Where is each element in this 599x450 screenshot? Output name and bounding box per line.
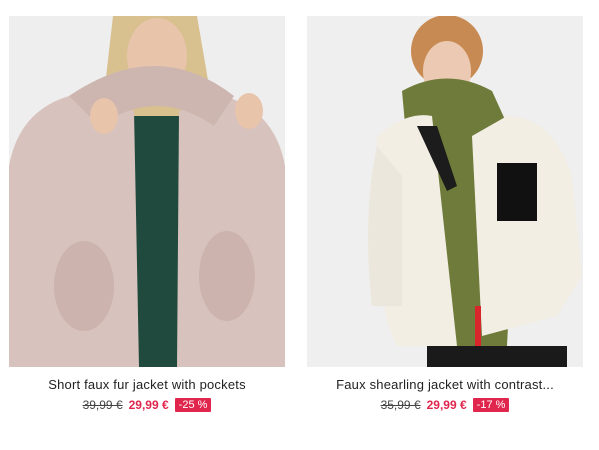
sale-price: 29,99 € [426, 398, 467, 412]
product-photo-white-shearling-jacket [307, 16, 583, 367]
product-card[interactable]: Faux shearling jacket with contrast... 3… [307, 16, 583, 412]
product-card[interactable]: Short faux fur jacket with pockets 39,99… [9, 16, 285, 412]
sale-price: 29,99 € [128, 398, 169, 412]
original-price: 39,99 € [82, 398, 123, 412]
price-row: 35,99 € 29,99 € -17 % [307, 398, 583, 412]
product-photo-pink-teddy-jacket [9, 16, 285, 367]
discount-badge: -25 % [174, 398, 212, 412]
product-image[interactable] [307, 16, 583, 367]
original-price: 35,99 € [380, 398, 421, 412]
product-title[interactable]: Short faux fur jacket with pockets [9, 377, 285, 392]
discount-badge: -17 % [472, 398, 510, 412]
price-row: 39,99 € 29,99 € -25 % [9, 398, 285, 412]
product-image[interactable] [9, 16, 285, 367]
product-title[interactable]: Faux shearling jacket with contrast... [307, 377, 583, 392]
